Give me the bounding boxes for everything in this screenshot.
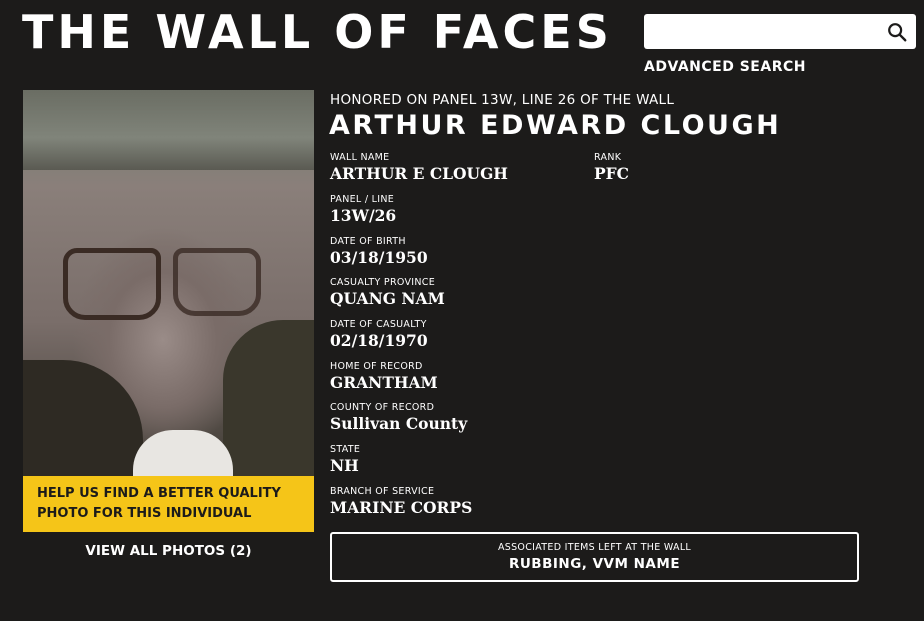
search-input[interactable]: [652, 14, 881, 51]
field-value: GRANTHAM: [330, 373, 438, 392]
field-wall-name: WALL NAME ARTHUR E CLOUGH: [330, 152, 508, 184]
photo-glasses-left: [63, 248, 161, 320]
photo-shirt: [133, 430, 233, 476]
field-rank: RANK PFC: [594, 152, 629, 184]
field-label: RANK: [594, 152, 622, 163]
field-value: 02/18/1970: [330, 331, 428, 350]
associated-items-value: RUBBING, VVM NAME: [508, 556, 681, 572]
field-state: STATE NH: [330, 444, 360, 476]
field-label: DATE OF CASUALTY: [330, 319, 427, 330]
field-value: ARTHUR E CLOUGH: [330, 164, 508, 183]
field-label: CASUALTY PROVINCE: [330, 277, 436, 288]
field-value: Sullivan County: [330, 414, 468, 433]
field-date-of-casualty: DATE OF CASUALTY 02/18/1970: [330, 319, 428, 351]
field-label: BRANCH OF SERVICE: [330, 486, 435, 497]
site-title[interactable]: THE WALL OF FACES: [22, 4, 613, 60]
field-label: HOME OF RECORD: [330, 361, 423, 372]
field-value: PFC: [594, 164, 629, 183]
field-label: WALL NAME: [330, 152, 390, 163]
field-county-of-record: COUNTY OF RECORD Sullivan County: [330, 402, 467, 434]
photo-glasses-right: [173, 248, 261, 316]
associated-items-label: ASSOCIATED ITEMS LEFT AT THE WALL: [497, 542, 692, 553]
field-home-of-record: HOME OF RECORD GRANTHAM: [330, 361, 438, 393]
field-value: NH: [330, 456, 359, 475]
field-label: DATE OF BIRTH: [330, 236, 406, 247]
field-value: MARINE CORPS: [330, 498, 473, 517]
field-value: 13W/26: [330, 206, 397, 225]
associated-items-button[interactable]: ASSOCIATED ITEMS LEFT AT THE WALL RUBBIN…: [330, 532, 859, 582]
better-photo-request-button[interactable]: HELP US FIND A BETTER QUALITY PHOTO FOR …: [23, 476, 314, 532]
field-branch-of-service: BRANCH OF SERVICE MARINE CORPS: [330, 486, 472, 518]
photo-hat: [23, 90, 314, 170]
photo-shoulder-left: [23, 360, 143, 476]
field-date-of-birth: DATE OF BIRTH 03/18/1950: [330, 236, 428, 268]
honored-panel-text: HONORED ON PANEL 13W, LINE 26 OF THE WAL…: [330, 92, 675, 108]
view-all-photos-link[interactable]: VIEW ALL PHOTOS (2): [23, 543, 314, 559]
help-text-line1: HELP US FIND A BETTER QUALITY: [37, 486, 281, 501]
field-label: PANEL / LINE: [330, 194, 395, 205]
advanced-search-link[interactable]: ADVANCED SEARCH: [644, 59, 806, 75]
full-name-heading: ARTHUR EDWARD CLOUGH: [329, 110, 782, 141]
help-text-line2: PHOTO FOR THIS INDIVIDUAL: [37, 506, 252, 521]
field-value: QUANG NAM: [330, 289, 445, 308]
field-label: STATE: [330, 444, 361, 455]
field-label: COUNTY OF RECORD: [330, 402, 435, 413]
search-icon[interactable]: [886, 21, 908, 43]
photo-shoulder-right: [223, 320, 314, 476]
field-casualty-province: CASUALTY PROVINCE QUANG NAM: [330, 277, 445, 309]
field-panel-line: PANEL / LINE 13W/26: [330, 194, 396, 226]
field-value: 03/18/1950: [330, 248, 428, 267]
profile-photo[interactable]: [23, 90, 314, 476]
search-box[interactable]: [644, 14, 916, 51]
